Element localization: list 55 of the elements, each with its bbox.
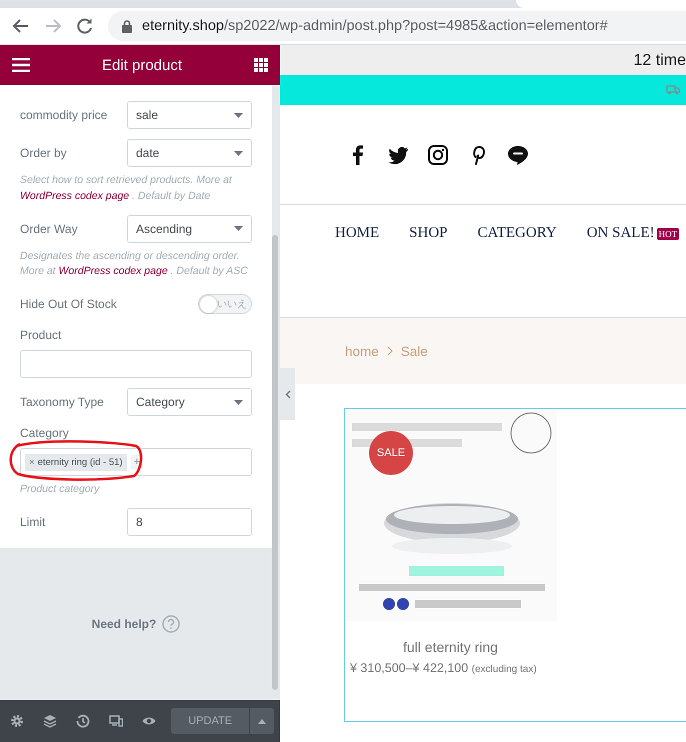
nav-link[interactable]: HOME [335,225,380,242]
chat-bubble-icon[interactable] [507,144,529,166]
collapse-handle[interactable] [280,368,295,420]
select-field[interactable]: Ascending [127,214,252,242]
field-description: Designates the ascending or descending order. More at WordPress codex page . Default by ASC [20,248,249,280]
truck-icon [666,85,680,95]
responsive-icon[interactable] [109,714,123,728]
layers-icon[interactable] [43,714,57,728]
dropdown-caret-icon [234,150,243,156]
history-icon[interactable] [76,714,90,728]
field-description: Select how to sort retrieved products. More at WordPress codex page . Default by Date [20,173,234,204]
product-price: ¥ 310,500–¥ 422,100 (excluding tax) [350,661,537,675]
text-field[interactable] [20,350,252,378]
scrollbar-thumb[interactable] [272,235,278,690]
field-label: Product [20,328,62,342]
settings-icon[interactable] [10,714,24,728]
field-label: Limit [20,514,46,529]
product-name[interactable]: full eternity ring [403,639,498,655]
number-field[interactable]: 8 [127,508,252,536]
top-bar-text: 12 time [634,52,686,70]
field-label: Order Way [20,222,78,236]
codex-link[interactable]: WordPress codex page [58,265,168,278]
address-bar[interactable]: eternity.shop/sp2022/wp-admin/post.php?post=4985&action=elementor# [108,11,686,41]
chevron-icon [386,346,394,356]
tags-field[interactable]: × eternity ring (id - 51) + [20,448,252,476]
field-label: Category [20,426,70,440]
select-field[interactable]: Category [127,388,252,416]
help-text[interactable]: Need help? [92,616,156,631]
hot-badge: HOT [656,228,680,240]
nav-link[interactable]: CATEGORY [478,225,557,242]
field-label: Order by [20,146,67,160]
chevron-left-icon [284,390,290,398]
dropdown-caret-icon [234,112,243,118]
dropdown-caret-icon [234,226,243,231]
select-field[interactable]: date [127,139,252,167]
reload-icon[interactable] [76,17,94,35]
lock-icon [122,20,132,32]
save-options-button[interactable] [249,708,274,734]
tag-chip[interactable]: × eternity ring (id - 51) [25,454,127,470]
caret-icon [258,718,266,724]
nav-link[interactable]: SHOP [409,225,448,242]
product-card[interactable]: SALE full eternity ring ¥ 310,500–¥ 422,100 (excluding tax) [344,408,686,722]
field-label: commodity price [20,108,108,122]
dropdown-caret-icon [234,400,243,404]
menu-icon[interactable] [12,58,30,72]
grid-icon[interactable] [254,58,268,72]
field-label: Taxonomy Type [20,395,104,409]
instagram-icon[interactable] [427,144,449,166]
select-field[interactable]: sale [127,101,252,129]
nav-link[interactable]: ON SALE! HOT [586,225,680,242]
field-description: Product category [20,482,101,497]
codex-link[interactable]: WordPress codex page [20,190,130,202]
back-icon[interactable] [12,17,30,35]
field-label: Hide Out Of Stock [20,297,117,311]
panel-title: Edit product [102,56,182,74]
